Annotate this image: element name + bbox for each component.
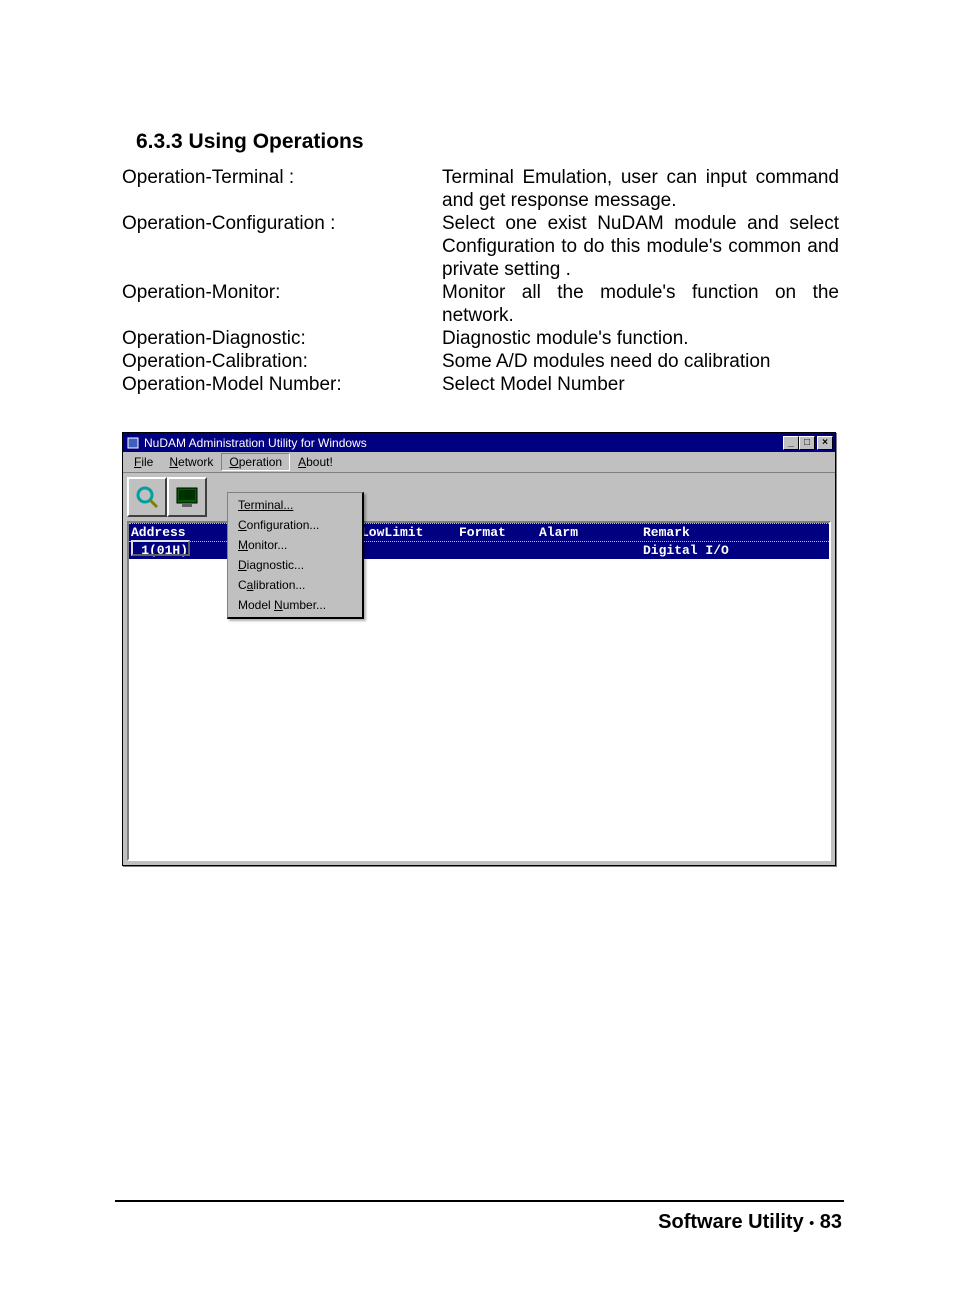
operation-desc: Select one exist NuDAM module and select… <box>442 212 839 281</box>
operation-label: Operation-Model Number: <box>122 373 442 396</box>
app-window: NuDAM Administration Utility for Windows… <box>122 432 836 866</box>
col-remark: Remark <box>643 525 793 540</box>
menu-operation[interactable]: Operation <box>221 453 290 471</box>
menu-file[interactable]: File <box>126 453 161 471</box>
section-heading: 6.3.3 Using Operations <box>136 130 839 154</box>
operation-row: Operation-Terminal : Terminal Emulation,… <box>122 166 839 212</box>
embedded-screenshot: NuDAM Administration Utility for Windows… <box>122 432 839 866</box>
dropdown-item-calibration[interactable]: Calibration... <box>230 575 360 595</box>
operations-list: Operation-Terminal : Terminal Emulation,… <box>122 166 839 396</box>
col-address: Address <box>129 525 191 540</box>
footer-rule <box>115 1200 844 1202</box>
operation-label: Operation-Monitor: <box>122 281 442 327</box>
window-buttons: _ □ × <box>783 436 833 450</box>
dropdown-item-terminal[interactable]: Terminal... <box>230 495 360 515</box>
close-button[interactable]: × <box>817 436 833 450</box>
footer-separator-icon: • <box>809 1215 814 1231</box>
menu-about[interactable]: About! <box>290 453 341 471</box>
tool-button-terminal[interactable] <box>167 477 207 517</box>
operation-label: Operation-Diagnostic: <box>122 327 442 350</box>
operation-row: Operation-Configuration : Select one exi… <box>122 212 839 281</box>
menu-network[interactable]: Network <box>161 453 221 471</box>
dropdown-item-diagnostic[interactable]: Diagnostic... <box>230 555 360 575</box>
operation-label: Operation-Calibration: <box>122 350 442 373</box>
col-alarm: Alarm <box>539 525 643 540</box>
app-icon <box>126 436 140 450</box>
operation-desc: Monitor all the module's function on the… <box>442 281 839 327</box>
dropdown-item-monitor[interactable]: Monitor... <box>230 535 360 555</box>
dropdown-item-configuration[interactable]: Configuration... <box>230 515 360 535</box>
col-lowlimit: LowLimit <box>361 525 459 540</box>
maximize-button[interactable]: □ <box>799 436 815 450</box>
cell-remark: Digital I/O <box>643 543 793 558</box>
operation-dropdown: Terminal... Configuration... Monitor... … <box>227 492 364 619</box>
menubar: File Network Operation About! <box>123 452 835 473</box>
cell-address: 1(01H) <box>129 543 191 558</box>
operation-row: Operation-Model Number: Select Model Num… <box>122 373 839 396</box>
minimize-button[interactable]: _ <box>783 436 799 450</box>
operation-desc: Select Model Number <box>442 373 839 396</box>
operation-desc: Diagnostic module's function. <box>442 327 839 350</box>
operation-desc: Terminal Emulation, user can input comma… <box>442 166 839 212</box>
tool-button-search[interactable] <box>127 477 167 517</box>
window-title: NuDAM Administration Utility for Windows <box>144 436 783 450</box>
operation-label: Operation-Terminal : <box>122 166 442 212</box>
operation-label: Operation-Configuration : <box>122 212 442 281</box>
operation-row: Operation-Monitor: Monitor all the modul… <box>122 281 839 327</box>
footer-label: Software Utility <box>658 1211 804 1233</box>
page-footer: Software Utility • 83 <box>658 1211 842 1234</box>
operation-row: Operation-Diagnostic: Diagnostic module'… <box>122 327 839 350</box>
operation-desc: Some A/D modules need do calibration <box>442 350 839 373</box>
footer-page-number: 83 <box>820 1211 842 1233</box>
window-titlebar[interactable]: NuDAM Administration Utility for Windows… <box>123 433 835 452</box>
dropdown-item-model-number[interactable]: Model Number... <box>230 595 360 615</box>
col-format: Format <box>459 525 539 540</box>
operation-row: Operation-Calibration: Some A/D modules … <box>122 350 839 373</box>
